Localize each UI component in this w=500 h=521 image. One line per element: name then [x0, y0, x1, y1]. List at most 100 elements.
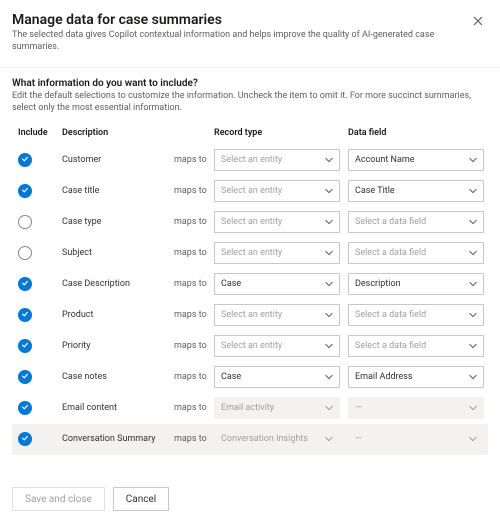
record-type-select: Conversation Insights: [214, 428, 340, 450]
row-description: Customer: [62, 155, 174, 165]
col-record-type: Record type: [214, 128, 348, 138]
chevron-down-icon: [325, 311, 333, 319]
data-field-value: Select a data field: [355, 248, 426, 258]
check-icon: [21, 155, 29, 166]
data-field-select[interactable]: Select a data field: [348, 335, 484, 357]
chevron-down-icon: [469, 311, 477, 319]
data-field-select[interactable]: Email Address: [348, 366, 484, 388]
check-icon: [21, 372, 29, 383]
table-row: Subjectmaps toSelect an entitySelect a d…: [12, 238, 488, 269]
data-field-value: —: [355, 403, 362, 413]
section-question: What information do you want to include?: [12, 78, 488, 89]
grid-header: Include Description Record type Data fie…: [12, 121, 488, 145]
record-type-select[interactable]: Select an entity: [214, 304, 340, 326]
include-checkbox[interactable]: [18, 184, 32, 198]
table-row: Case titlemaps to Select an entity Case Ti…: [12, 176, 488, 207]
include-checkbox[interactable]: [18, 277, 32, 291]
check-icon: [21, 310, 29, 321]
row-description: Conversation Summary: [62, 434, 174, 444]
include-checkbox[interactable]: [18, 246, 32, 260]
record-type-value: Select an entity: [221, 186, 282, 196]
data-field-value: Select a data field: [355, 341, 426, 351]
chevron-down-icon: [325, 218, 333, 226]
chevron-down-icon: [325, 280, 333, 288]
maps-to-label: maps to: [174, 186, 214, 196]
record-type-value: Case: [221, 372, 241, 382]
include-checkbox[interactable]: [18, 215, 32, 229]
chevron-down-icon: [469, 435, 477, 443]
record-type-select[interactable]: Case: [214, 366, 340, 388]
table-row: Case typemaps toSelect an entitySelect a…: [12, 207, 488, 238]
record-type-select[interactable]: Select an entity: [214, 149, 340, 171]
table-row: Case Descriptionmaps to Case Description: [12, 269, 488, 300]
include-checkbox[interactable]: [18, 432, 32, 446]
data-field-value: Case Title: [355, 186, 395, 196]
chevron-down-icon: [469, 404, 477, 412]
table-row: Conversation Summarymaps to Conversation …: [12, 424, 488, 455]
table-row: Case notesmaps toCaseEmail Address: [12, 362, 488, 393]
check-icon: [21, 279, 29, 290]
record-type-value: Conversation Insights: [221, 434, 308, 444]
record-type-value: Select an entity: [221, 248, 282, 258]
close-icon: [473, 16, 483, 29]
maps-to-label: maps to: [174, 434, 214, 444]
row-description: Priority: [62, 341, 174, 351]
check-icon: [21, 341, 29, 352]
record-type-select[interactable]: Select an entity: [214, 335, 340, 357]
page-title: Manage data for case summaries: [12, 12, 469, 28]
chevron-down-icon: [325, 373, 333, 381]
section-help: Edit the default selections to customize…: [12, 91, 488, 114]
data-field-value: Account Name: [355, 155, 415, 165]
chevron-down-icon: [325, 404, 333, 412]
maps-to-label: maps to: [174, 155, 214, 165]
maps-to-label: maps to: [174, 279, 214, 289]
chevron-down-icon: [469, 373, 477, 381]
record-type-select[interactable]: Case: [214, 273, 340, 295]
include-checkbox[interactable]: [18, 308, 32, 322]
data-field-select[interactable]: Select a data field: [348, 304, 484, 326]
include-checkbox[interactable]: [18, 339, 32, 353]
chevron-down-icon: [325, 249, 333, 257]
maps-to-label: maps to: [174, 310, 214, 320]
data-grid: Include Description Record type Data fie…: [0, 115, 500, 477]
record-type-value: Case: [221, 279, 241, 289]
table-row: Customermaps to Select an entity Account N…: [12, 145, 488, 176]
col-include: Include: [12, 128, 62, 138]
maps-to-label: maps to: [174, 372, 214, 382]
include-checkbox[interactable]: [18, 153, 32, 167]
chevron-down-icon: [469, 249, 477, 257]
page-subtitle: The selected data gives Copilot contextu…: [12, 30, 469, 53]
data-field-value: Email Address: [355, 372, 413, 382]
data-field-select: —: [348, 397, 484, 419]
table-row: Productmaps to Select an entity Select a d…: [12, 300, 488, 331]
data-field-select[interactable]: Select a data field: [348, 242, 484, 264]
maps-to-label: maps to: [174, 403, 214, 413]
include-checkbox[interactable]: [18, 370, 32, 384]
record-type-select[interactable]: Select an entity: [214, 180, 340, 202]
table-row: Email contentmaps toEmail activity—: [12, 393, 488, 424]
save-and-close-button[interactable]: Save and close: [12, 487, 105, 511]
row-description: Case title: [62, 186, 174, 196]
close-button[interactable]: [469, 12, 488, 32]
maps-to-label: maps to: [174, 248, 214, 258]
record-type-value: Email activity: [221, 403, 274, 413]
record-type-select[interactable]: Select an entity: [214, 242, 340, 264]
record-type-value: Select an entity: [221, 155, 282, 165]
record-type-select[interactable]: Select an entity: [214, 211, 340, 233]
chevron-down-icon: [325, 187, 333, 195]
chevron-down-icon: [469, 342, 477, 350]
include-checkbox[interactable]: [18, 401, 32, 415]
row-description: Case Description: [62, 279, 174, 289]
data-field-select[interactable]: Description: [348, 273, 484, 295]
chevron-down-icon: [469, 280, 477, 288]
data-field-select[interactable]: Account Name: [348, 149, 484, 171]
check-icon: [21, 186, 29, 197]
data-field-select[interactable]: Select a data field: [348, 211, 484, 233]
record-type-value: Select an entity: [221, 310, 282, 320]
row-description: Product: [62, 310, 174, 320]
col-description: Description: [62, 128, 174, 138]
data-field-select[interactable]: Case Title: [348, 180, 484, 202]
cancel-button[interactable]: Cancel: [113, 487, 169, 511]
chevron-down-icon: [469, 156, 477, 164]
check-icon: [21, 434, 29, 445]
